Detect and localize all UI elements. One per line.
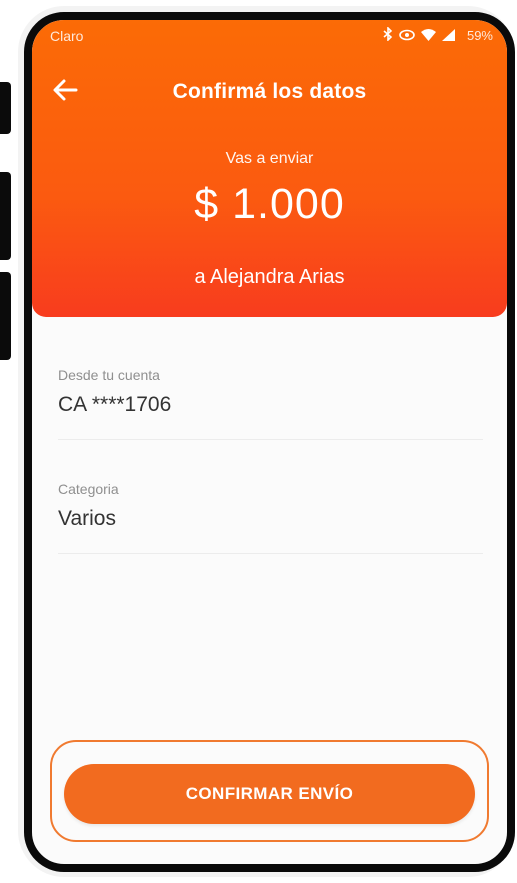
device-side-button bbox=[0, 82, 11, 134]
category-label: Categoria bbox=[58, 481, 119, 497]
signal-icon bbox=[441, 28, 455, 44]
eye-icon bbox=[399, 28, 415, 44]
divider bbox=[58, 553, 483, 554]
source-account-label: Desde tu cuenta bbox=[58, 367, 160, 383]
status-icons: 59% bbox=[383, 26, 493, 44]
wifi-icon bbox=[420, 28, 436, 44]
source-account-value: CA ****1706 bbox=[58, 393, 172, 416]
carrier-name: Claro bbox=[50, 28, 84, 44]
recipient-name: a Alejandra Arias bbox=[194, 266, 345, 288]
amount-header: Claro 59% Confirmá los datos Vas a envia… bbox=[32, 20, 507, 317]
device-side-button bbox=[0, 272, 11, 360]
bluetooth-icon bbox=[383, 26, 393, 44]
status-bar: Claro 59% bbox=[32, 20, 507, 50]
page-title: Confirmá los datos bbox=[172, 80, 367, 103]
category-field: Categoria Varios bbox=[58, 481, 483, 554]
confirm-button-highlight: CONFIRMAR ENVÍO bbox=[50, 740, 489, 842]
sending-label: Vas a enviar bbox=[225, 150, 314, 167]
category-value: Varios bbox=[58, 507, 116, 530]
phone-screen: Claro 59% Confirmá los datos Vas a envia… bbox=[24, 12, 515, 872]
device-side-button bbox=[0, 172, 11, 260]
confirm-send-button[interactable]: CONFIRMAR ENVÍO bbox=[64, 764, 475, 824]
transfer-amount: $ 1.000 bbox=[194, 180, 345, 228]
battery-level: 59% bbox=[466, 28, 493, 43]
source-account-field: Desde tu cuenta CA ****1706 bbox=[58, 367, 483, 440]
divider bbox=[58, 439, 483, 440]
